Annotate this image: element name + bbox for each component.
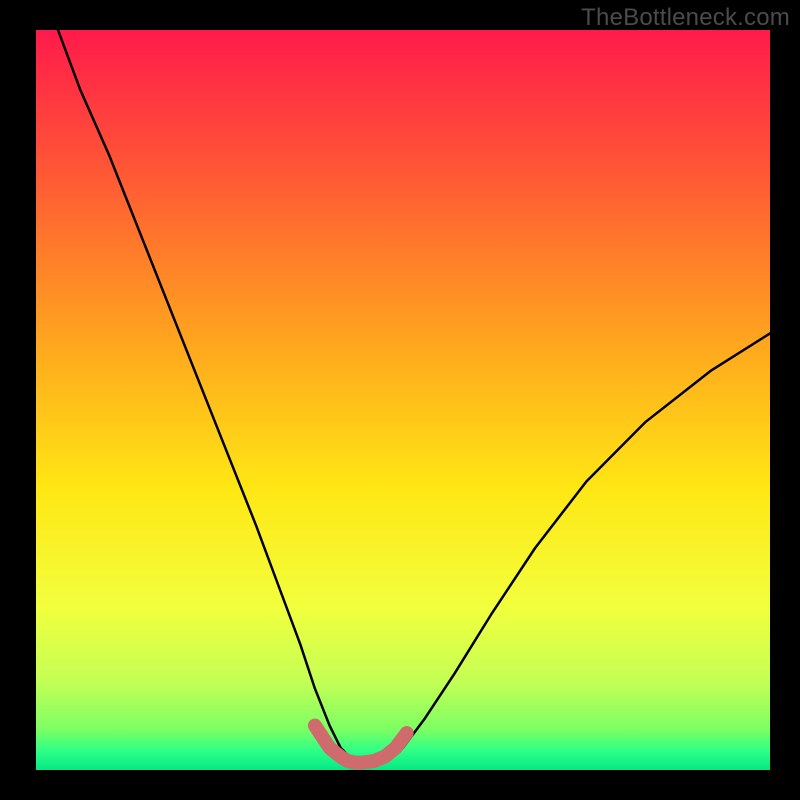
chart-frame: TheBottleneck.com	[0, 0, 800, 800]
plot-gradient-bg	[36, 30, 770, 770]
watermark-text: TheBottleneck.com	[581, 4, 790, 32]
bottleneck-chart	[0, 0, 800, 800]
